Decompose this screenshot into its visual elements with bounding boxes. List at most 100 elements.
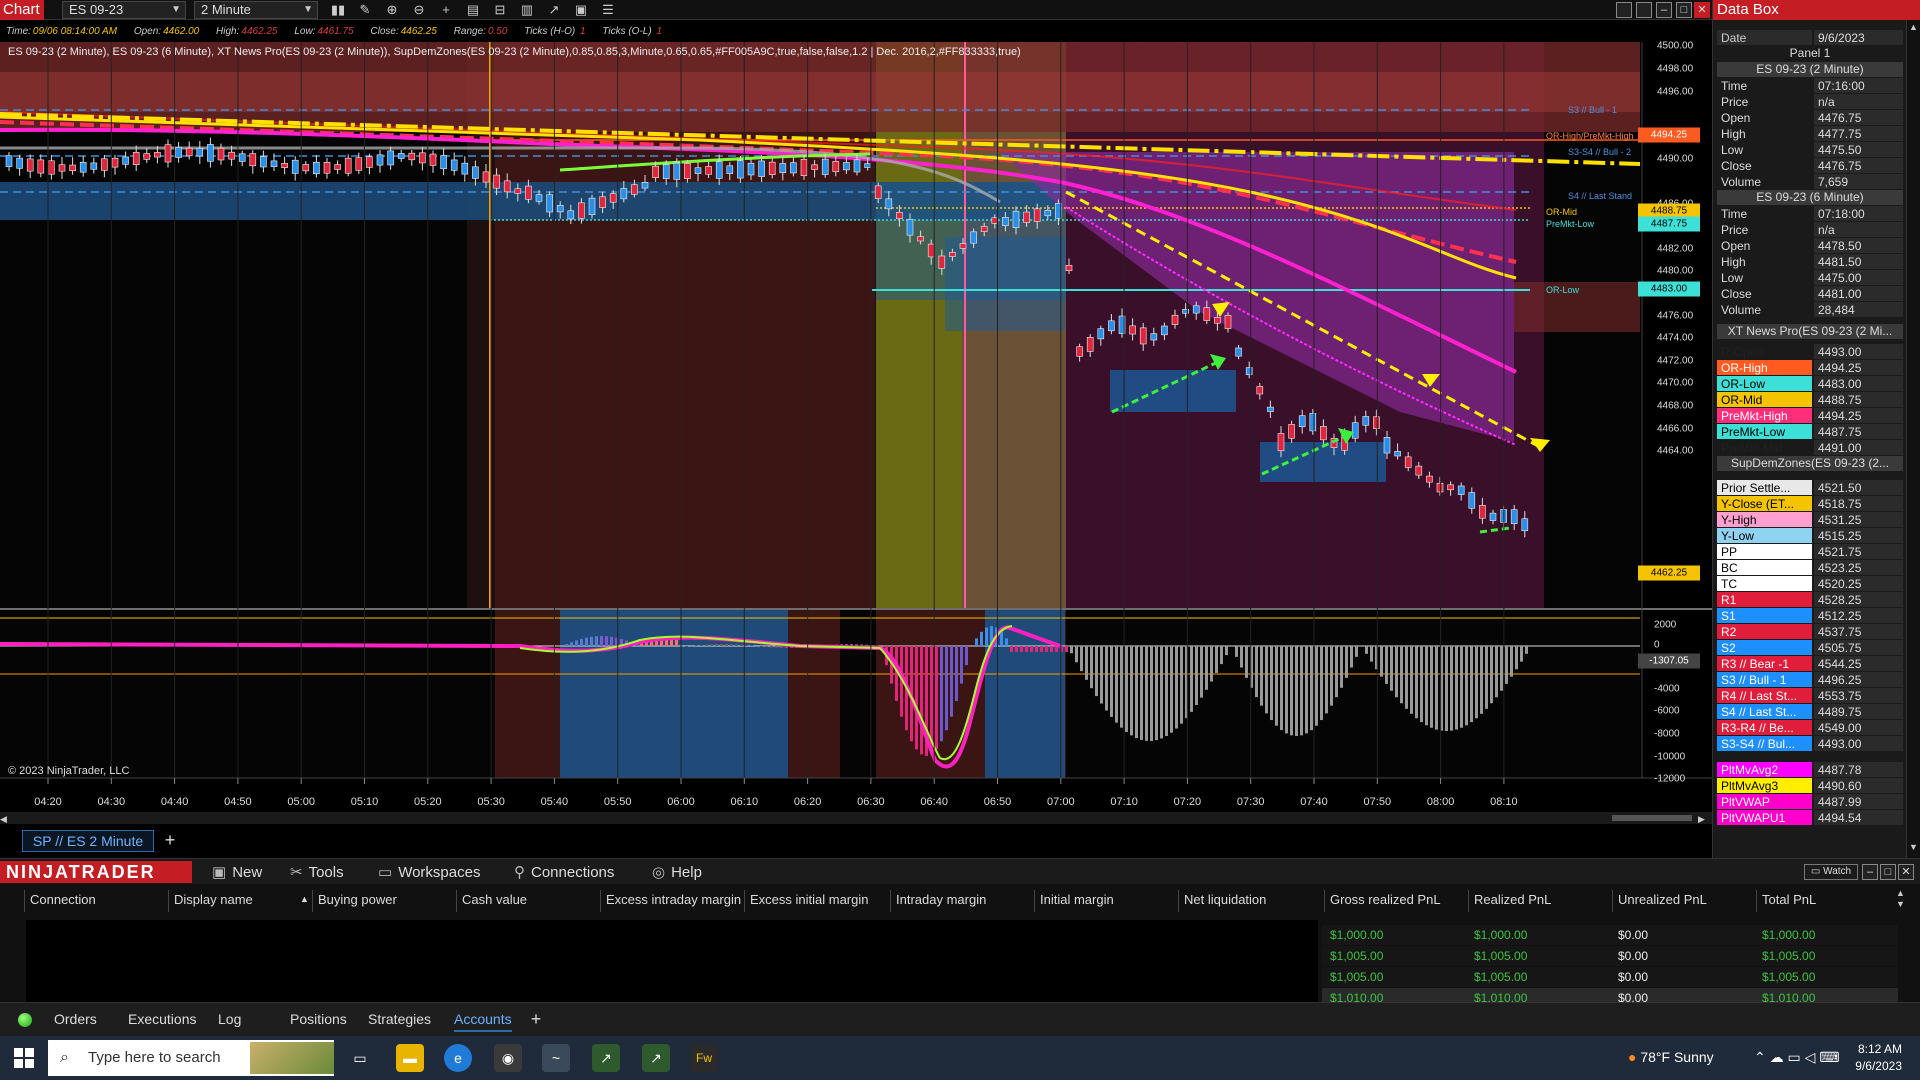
scroll-left-icon[interactable]: ◀ [0, 814, 7, 825]
sort-ascending-icon[interactable]: ▲ [300, 894, 309, 904]
chrome-icon[interactable]: ◉ [494, 1044, 522, 1072]
column-header[interactable]: Excess intraday margin [606, 892, 741, 907]
column-separator[interactable] [1756, 890, 1757, 912]
volume-icon[interactable]: ◁ [1805, 1049, 1816, 1065]
column-separator[interactable] [600, 890, 601, 912]
cc-minimize-button[interactable]: – [1862, 864, 1878, 880]
scroll-up-icon[interactable]: ▲ [1909, 22, 1918, 32]
column-header[interactable]: Intraday margin [896, 892, 986, 907]
maximize-button[interactable]: □ [1676, 2, 1692, 18]
candle [238, 153, 246, 162]
column-separator[interactable] [1034, 890, 1035, 912]
column-header[interactable]: Realized PnL [1474, 892, 1551, 907]
horizontal-scrollbar[interactable]: ◀ ▶ [0, 812, 1712, 824]
menu-connections[interactable]: ⚲ Connections [514, 863, 614, 881]
taskbar-search-input[interactable]: ⌕ Type here to search [48, 1040, 334, 1076]
bull-zone-box-1 [1110, 370, 1236, 412]
interval-selector[interactable]: 2 Minute ▼ [194, 1, 318, 19]
app-icon[interactable]: ↗ [642, 1044, 670, 1072]
column-header[interactable]: Unrealized PnL [1618, 892, 1707, 907]
add-tab-button[interactable]: + [160, 830, 180, 850]
app-icon[interactable]: ↗ [592, 1044, 620, 1072]
templates-icon[interactable]: ⊟ [492, 2, 508, 18]
taskbar-clock[interactable]: 8:12 AM 9/6/2023 [1855, 1041, 1902, 1075]
column-separator[interactable] [456, 890, 457, 912]
zoom-out-icon[interactable]: ⊖ [411, 2, 427, 18]
tab-accounts[interactable]: Accounts [454, 1011, 512, 1032]
column-header[interactable]: Connection [30, 892, 96, 907]
column-separator[interactable] [312, 890, 313, 912]
scroll-thumb[interactable] [1612, 815, 1692, 821]
restore-icon[interactable] [1616, 2, 1632, 18]
chart-tab[interactable]: SP // ES 2 Minute [22, 830, 154, 852]
time-axis-label: 05:00 [287, 796, 315, 808]
minimize-button[interactable]: – [1656, 2, 1672, 18]
column-header[interactable]: Net liquidation [1184, 892, 1266, 907]
indicators-icon[interactable]: ▥ [519, 2, 535, 18]
properties-icon[interactable]: ▤ [465, 2, 481, 18]
scroll-down-icon[interactable]: ▼ [1909, 842, 1918, 852]
tab-executions[interactable]: Executions [128, 1011, 196, 1027]
range-value: 0.50 [487, 26, 508, 37]
bar-type-icon[interactable]: ▮▮ [330, 2, 346, 18]
menu-new[interactable]: ▣ New [212, 863, 262, 881]
column-separator[interactable] [890, 890, 891, 912]
fw-app-icon[interactable]: Fw [690, 1044, 718, 1072]
cc-maximize-button[interactable]: □ [1880, 864, 1896, 880]
ninjatrader-app-icon[interactable]: ~ [542, 1044, 570, 1072]
column-separator[interactable] [744, 890, 745, 912]
windows-start-icon[interactable] [14, 1048, 34, 1068]
edge-icon[interactable]: e [444, 1044, 472, 1072]
add-tab-button[interactable]: + [526, 1009, 546, 1029]
tile-icon[interactable] [1636, 2, 1652, 18]
strategies-icon[interactable]: ↗ [546, 2, 562, 18]
draw-pencil-icon[interactable]: ✎ [357, 2, 373, 18]
tab-positions[interactable]: Positions [290, 1011, 347, 1027]
watch-button[interactable]: ▭ Watch [1804, 864, 1858, 880]
close-button[interactable]: ✕ [1694, 2, 1710, 18]
network-icon[interactable]: ▭ [1788, 1049, 1801, 1065]
column-header[interactable]: Excess initial margin [750, 892, 869, 907]
candle [535, 194, 543, 202]
column-separator[interactable] [24, 890, 25, 912]
task-view-icon[interactable]: ▭ [346, 1044, 374, 1072]
column-header[interactable]: Buying power [318, 892, 397, 907]
list-icon[interactable]: ☰ [600, 2, 616, 18]
sun-icon: ● [1628, 1049, 1637, 1065]
chart-trader-icon[interactable]: ▣ [573, 2, 589, 18]
oscillator-bar [955, 646, 958, 701]
column-separator[interactable] [168, 890, 169, 912]
accounts-connection-area[interactable] [26, 920, 1318, 1002]
data-box-value: 4493.00 [1814, 736, 1903, 751]
instrument-selector[interactable]: ES 09-23 ▼ [62, 1, 186, 19]
tray-icons[interactable]: ⌃ ☁ ▭ ◁ ⌨ [1754, 1049, 1840, 1066]
crosshair-icon[interactable]: + [438, 2, 454, 18]
chevron-up-icon[interactable]: ⌃ [1754, 1049, 1766, 1065]
tab-strategies[interactable]: Strategies [368, 1011, 431, 1027]
menu-tools[interactable]: ✂ Tools [290, 863, 344, 881]
tab-log[interactable]: Log [218, 1011, 241, 1027]
column-header[interactable]: Cash value [462, 892, 527, 907]
column-header[interactable]: Gross realized PnL [1330, 892, 1441, 907]
language-icon[interactable]: ⌨ [1819, 1049, 1839, 1065]
price-chart[interactable] [0, 42, 1712, 802]
menu-workspaces[interactable]: ▭ Workspaces [378, 863, 480, 881]
cloud-icon[interactable]: ☁ [1770, 1049, 1784, 1065]
column-header[interactable]: Display name [174, 892, 253, 907]
column-separator[interactable] [1612, 890, 1613, 912]
zoom-in-icon[interactable]: ⊕ [384, 2, 400, 18]
column-separator[interactable] [1178, 890, 1179, 912]
data-box-scrollbar[interactable]: ▲ ▼ [1906, 20, 1920, 858]
column-separator[interactable] [1468, 890, 1469, 912]
menu-help[interactable]: ◎ Help [652, 863, 702, 881]
scroll-right-icon[interactable]: ▶ [1698, 814, 1705, 825]
cc-close-button[interactable]: ✕ [1898, 864, 1914, 880]
file-explorer-icon[interactable]: ▬ [396, 1044, 424, 1072]
oscillator-bar [960, 646, 963, 684]
weather-widget[interactable]: ● 78°F Sunny [1628, 1049, 1714, 1065]
column-header[interactable]: Initial margin [1040, 892, 1114, 907]
column-separator[interactable] [1324, 890, 1325, 912]
column-header[interactable]: Total PnL [1762, 892, 1816, 907]
grid-scroll-icon[interactable]: ▲ ▼ [1896, 888, 1910, 910]
tab-orders[interactable]: Orders [54, 1011, 97, 1027]
